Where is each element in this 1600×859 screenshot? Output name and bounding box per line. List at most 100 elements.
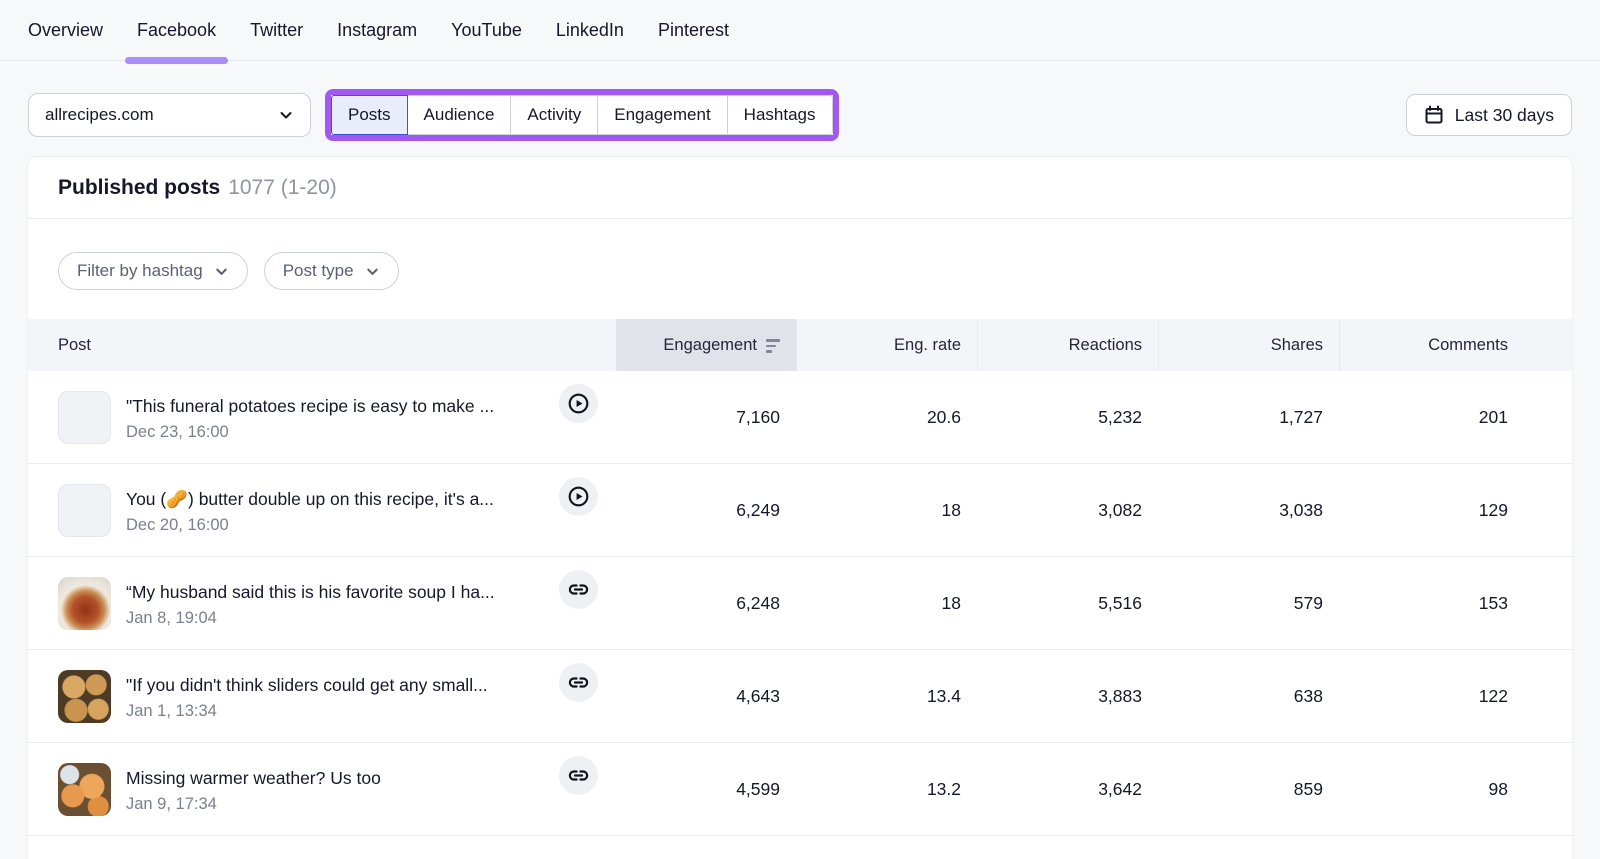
tab-hashtags[interactable]: Hashtags — [726, 95, 833, 135]
post-text: You (🥜) butter double up on this recipe,… — [126, 486, 494, 535]
eng-rate-value: 18 — [941, 592, 961, 613]
table-header: Post Engagement Eng. rate Reactions Shar… — [28, 319, 1572, 371]
reactions-value: 3,082 — [1098, 499, 1142, 520]
comments-value: 98 — [1488, 778, 1508, 799]
panel-title: Published posts — [58, 176, 221, 199]
link-icon[interactable] — [559, 570, 598, 609]
post-text: “My husband said this is his favorite so… — [126, 579, 495, 628]
comments-value: 153 — [1478, 592, 1508, 613]
table-row-partial — [28, 836, 1572, 859]
tab-posts[interactable]: Posts — [331, 95, 408, 135]
eng-rate-value: 20.6 — [926, 406, 961, 427]
post-text: "This funeral potatoes recipe is easy to… — [126, 393, 494, 442]
shares-value: 3,038 — [1279, 499, 1323, 520]
report-section-tabs: Posts Audience Activity Engagement Hasht… — [331, 95, 833, 135]
post-date: Jan 1, 13:34 — [126, 701, 217, 720]
tab-engagement[interactable]: Engagement — [597, 95, 728, 135]
comments-value: 122 — [1478, 685, 1508, 706]
reactions-value: 5,232 — [1098, 406, 1142, 427]
shares-value: 859 — [1293, 778, 1323, 799]
column-header-comments[interactable]: Comments — [1339, 319, 1572, 371]
tab-linkedin[interactable]: LinkedIn — [556, 0, 624, 60]
engagement-value: 6,249 — [736, 499, 780, 520]
post-title[interactable]: "This funeral potatoes recipe is easy to… — [126, 393, 494, 419]
post-thumbnail — [58, 762, 111, 816]
post-date: Jan 8, 19:04 — [126, 608, 217, 627]
shares-value: 1,727 — [1279, 406, 1323, 427]
column-header-eng-rate[interactable]: Eng. rate — [796, 319, 977, 371]
eng-rate-value: 18 — [941, 499, 961, 520]
social-networks-nav: Overview Facebook Twitter Instagram YouT… — [0, 0, 1600, 64]
reactions-value: 3,883 — [1098, 685, 1142, 706]
tab-activity[interactable]: Activity — [510, 95, 599, 135]
shares-value: 579 — [1293, 592, 1323, 613]
profile-select[interactable]: allrecipes.com — [28, 93, 311, 137]
eng-rate-value: 13.4 — [926, 685, 961, 706]
post-title[interactable]: “My husband said this is his favorite so… — [126, 579, 495, 605]
post-date: Dec 20, 16:00 — [126, 515, 229, 534]
engagement-value: 4,599 — [736, 778, 780, 799]
post-cell: "This funeral potatoes recipe is easy to… — [28, 371, 616, 463]
tab-youtube[interactable]: YouTube — [451, 0, 522, 60]
annotation-highlight-box: Posts Audience Activity Engagement Hasht… — [325, 89, 839, 141]
table-row[interactable]: Missing warmer weather? Us too Jan 9, 17… — [28, 743, 1572, 836]
post-text: Missing warmer weather? Us too Jan 9, 17… — [126, 765, 381, 814]
chevron-down-icon — [214, 264, 229, 279]
tab-twitter[interactable]: Twitter — [250, 0, 303, 60]
posts-count: 1077 (1-20) — [228, 176, 337, 199]
post-type-dropdown[interactable]: Post type — [263, 252, 399, 290]
post-title[interactable]: You (🥜) butter double up on this recipe,… — [126, 486, 494, 512]
engagement-value: 4,643 — [736, 685, 780, 706]
tab-facebook[interactable]: Facebook — [125, 0, 229, 64]
engagement-value: 7,160 — [736, 406, 780, 427]
post-cell: “My husband said this is his favorite so… — [28, 557, 616, 649]
post-title[interactable]: "If you didn't think sliders could get a… — [126, 672, 488, 698]
published-posts-panel: Published posts 1077 (1-20) Filter by has… — [27, 156, 1573, 859]
table-row[interactable]: “My husband said this is his favorite so… — [28, 557, 1572, 650]
post-thumbnail — [58, 390, 111, 444]
reactions-value: 5,516 — [1098, 592, 1142, 613]
comments-value: 201 — [1478, 406, 1508, 427]
chevron-down-icon — [278, 107, 294, 123]
date-range-button[interactable]: Last 30 days — [1405, 94, 1572, 136]
column-header-post: Post — [58, 335, 92, 354]
comments-value: 129 — [1478, 499, 1508, 520]
column-header-shares[interactable]: Shares — [1158, 319, 1339, 371]
tab-pinterest[interactable]: Pinterest — [658, 0, 729, 60]
post-cell: "If you didn't think sliders could get a… — [28, 650, 616, 742]
play-icon[interactable] — [559, 477, 598, 516]
chevron-down-icon — [365, 264, 380, 279]
column-header-engagement[interactable]: Engagement — [616, 319, 796, 371]
engagement-value: 6,248 — [736, 592, 780, 613]
post-cell: Missing warmer weather? Us too Jan 9, 17… — [28, 743, 616, 835]
reactions-value: 3,642 — [1098, 778, 1142, 799]
panel-header: Published posts 1077 (1-20) — [28, 157, 1572, 219]
shares-value: 638 — [1293, 685, 1323, 706]
link-icon[interactable] — [559, 756, 598, 795]
post-cell: You (🥜) butter double up on this recipe,… — [28, 464, 616, 556]
tab-audience[interactable]: Audience — [406, 95, 512, 135]
link-icon[interactable] — [559, 663, 598, 702]
post-thumbnail — [58, 576, 111, 630]
post-thumbnail — [58, 483, 111, 537]
column-header-reactions[interactable]: Reactions — [977, 319, 1158, 371]
tab-instagram[interactable]: Instagram — [337, 0, 417, 60]
post-thumbnail — [58, 669, 111, 723]
post-title[interactable]: Missing warmer weather? Us too — [126, 765, 381, 791]
filters-row: Filter by hashtag Post type — [28, 219, 1572, 319]
date-range-label: Last 30 days — [1454, 104, 1554, 125]
table-row[interactable]: "This funeral potatoes recipe is easy to… — [28, 371, 1572, 464]
tab-overview[interactable]: Overview — [28, 0, 103, 60]
eng-rate-value: 13.2 — [926, 778, 961, 799]
active-tab-underline — [125, 57, 229, 64]
post-date: Jan 9, 17:34 — [126, 794, 217, 813]
post-text: "If you didn't think sliders could get a… — [126, 672, 488, 721]
filter-by-hashtag-dropdown[interactable]: Filter by hashtag — [58, 252, 248, 290]
play-icon[interactable] — [559, 384, 598, 423]
table-row[interactable]: You (🥜) butter double up on this recipe,… — [28, 464, 1572, 557]
toolbar: allrecipes.com Posts Audience Activity E… — [0, 61, 1600, 141]
post-date: Dec 23, 16:00 — [126, 422, 229, 441]
profile-select-value: allrecipes.com — [45, 105, 154, 124]
calendar-icon — [1424, 105, 1444, 125]
table-row[interactable]: "If you didn't think sliders could get a… — [28, 650, 1572, 743]
